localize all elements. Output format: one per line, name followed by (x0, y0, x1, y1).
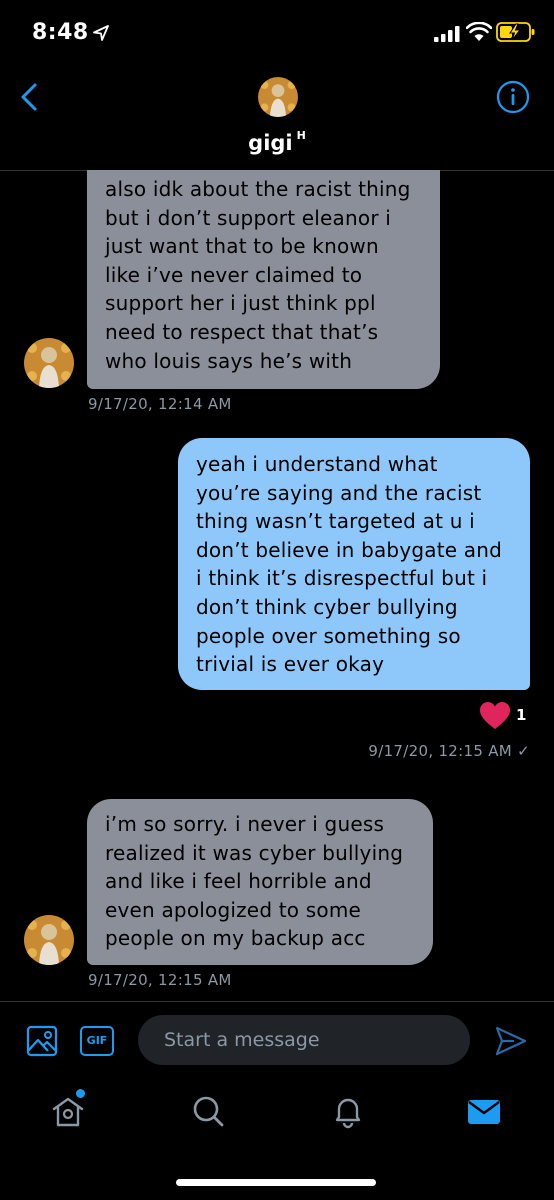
home-icon[interactable] (50, 1093, 86, 1129)
status-time: 8:48 (32, 20, 89, 45)
heart-icon[interactable] (480, 702, 510, 730)
message-input[interactable] (138, 1015, 470, 1065)
message-timestamp: 9/17/20, 12:14 AM (88, 395, 232, 413)
message-line: i think it’s disrespectful but i (196, 566, 488, 591)
image-icon[interactable] (26, 1025, 58, 1057)
back-chevron-icon[interactable] (18, 82, 42, 112)
message-line: i’m so sorry. i never i guess (105, 812, 385, 836)
location-arrow-icon (93, 25, 109, 41)
avatar-image (24, 915, 74, 965)
message-line: people on my backup acc (105, 926, 366, 951)
reaction-count: 1 (516, 706, 527, 724)
notification-dot (76, 1089, 85, 1098)
message-line: and like i feel horrible and (105, 869, 372, 894)
contact-name-text: gigi (248, 131, 293, 155)
info-icon[interactable] (496, 80, 530, 114)
message-line: support her i just think ppl (105, 291, 376, 316)
message-line: don’t believe in babygate and (196, 537, 503, 562)
message-line: you’re saying and the racist (196, 480, 482, 505)
message-line: also idk about the racist thing (105, 177, 411, 201)
contact-name-badge: H (296, 129, 306, 142)
bell-icon[interactable] (330, 1093, 366, 1129)
message-line: trivial is ever okay (196, 652, 385, 677)
message-line: need to respect that that’s (105, 319, 379, 344)
contact-name[interactable]: gigi H (0, 129, 554, 155)
message-line: don’t think cyber bullying (196, 594, 458, 619)
message-bubble-incoming[interactable]: i’m so sorry. i never i guess realized i… (87, 799, 433, 965)
message-bubble-outgoing[interactable]: yeah i understand what you’re saying and… (178, 438, 530, 690)
send-icon[interactable] (494, 1024, 528, 1058)
sender-avatar[interactable] (24, 915, 74, 965)
message-line: just want that to be known (105, 234, 379, 259)
sender-avatar[interactable] (24, 338, 74, 388)
wifi-icon (466, 22, 492, 41)
message-line: even apologized to some (105, 897, 362, 922)
gif-button[interactable]: GIF (80, 1026, 114, 1056)
message-bubble-incoming[interactable]: also idk about the racist thing but i do… (87, 170, 440, 389)
home-indicator (176, 1179, 376, 1186)
composer-divider (0, 1001, 554, 1002)
contact-avatar[interactable] (258, 77, 298, 117)
signal-icon (434, 26, 460, 42)
mail-icon[interactable] (466, 1094, 502, 1130)
message-line: yeah i understand what (196, 452, 438, 476)
message-line: but i don’t support eleanor i (105, 205, 392, 230)
message-line: thing wasn’t targeted at u i (196, 509, 475, 534)
message-timestamp: 9/17/20, 12:15 AM ✓ (368, 742, 530, 760)
search-icon[interactable] (190, 1093, 226, 1129)
message-line: like i’ve never claimed to (105, 262, 363, 287)
message-line: who louis says he’s with (105, 348, 353, 373)
battery-charging-icon (496, 22, 535, 42)
avatar-image (258, 77, 298, 117)
message-timestamp: 9/17/20, 12:15 AM (88, 971, 232, 989)
message-line: realized it was cyber bullying (105, 840, 404, 865)
avatar-image (24, 338, 74, 388)
message-line: people over something so (196, 623, 461, 648)
